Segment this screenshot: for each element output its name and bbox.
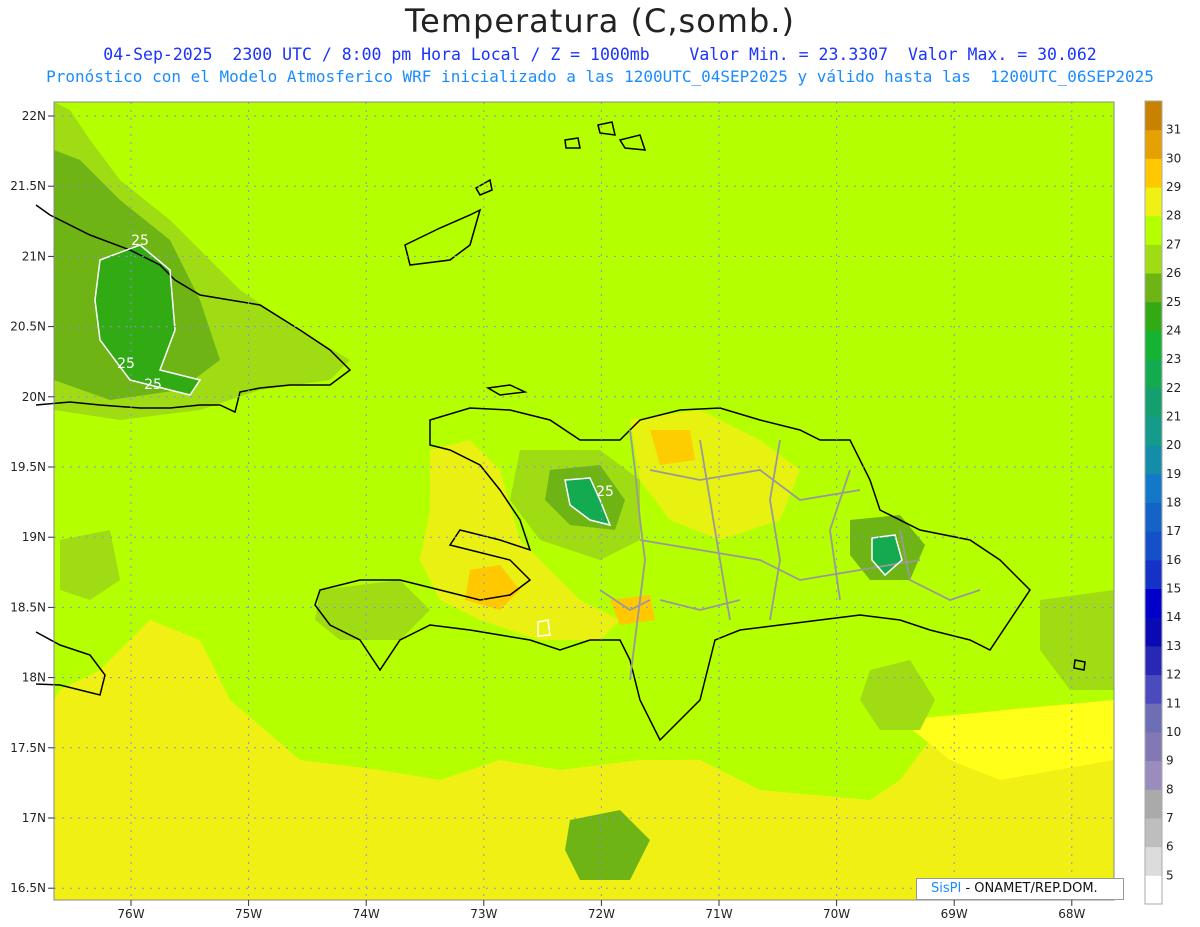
colorbar-swatch: [1145, 215, 1162, 245]
colorbar-label: 27: [1166, 237, 1181, 251]
lon-tick-label: 69W: [941, 907, 968, 921]
colorbar-swatch: [1145, 789, 1162, 819]
colorbar-swatch: [1145, 559, 1162, 590]
lat-tick-label: 20N: [22, 390, 46, 404]
lat-tick-label: 16.5N: [10, 881, 46, 895]
colorbar-swatch: [1145, 674, 1162, 704]
credit-box: SisPI - ONAMET/REP.DOM.: [916, 878, 1124, 900]
lat-tick-label: 21.5N: [10, 179, 46, 193]
lat-tick-label: 19.5N: [10, 460, 46, 474]
colorbar-label: 22: [1166, 381, 1181, 395]
colorbar-swatch: [1145, 502, 1162, 532]
colorbar-swatch: [1145, 473, 1162, 503]
colorbar-label: 17: [1166, 524, 1181, 538]
colorbar-swatch: [1145, 244, 1162, 274]
colorbar-swatch: [1145, 359, 1162, 389]
colorbar-label: 10: [1166, 725, 1181, 739]
contour-label: 25: [131, 233, 149, 249]
colorbar-label: 31: [1166, 123, 1181, 137]
lat-tick-label: 19N: [22, 530, 46, 544]
colorbar-swatch: [1145, 158, 1162, 188]
colorbar-swatch: [1145, 187, 1162, 217]
lat-tick-label: 21N: [22, 249, 46, 263]
colorbar-label: 15: [1166, 582, 1181, 596]
colorbar-label: 8: [1166, 782, 1174, 796]
latitude-axis: 22N 21.5N 21N 20.5N 20N 19.5N 19N 18.5N 18N 17.5N…: [10, 109, 54, 895]
colorbar-swatch: [1145, 645, 1162, 676]
lat-tick-label: 17N: [22, 811, 46, 825]
colorbar-label: 14: [1166, 610, 1181, 624]
lat-tick-label: 18.5N: [10, 600, 46, 614]
lon-tick-label: 75W: [235, 907, 262, 921]
lon-tick-label: 73W: [470, 907, 497, 921]
lon-tick-label: 68W: [1058, 907, 1085, 921]
colorbar-swatch: [1145, 387, 1162, 417]
lon-tick-label: 70W: [823, 907, 850, 921]
colorbar-label: 26: [1166, 266, 1181, 280]
longitude-axis: 76W 75W 74W 73W 72W 71W 70W 69W 68W: [117, 900, 1085, 921]
colorbar-label: 29: [1166, 180, 1181, 194]
colorbar-swatch: [1145, 731, 1162, 762]
colorbar-swatch: [1145, 846, 1162, 876]
colorbar-swatch: [1145, 416, 1162, 446]
colorbar-swatch: [1145, 273, 1162, 303]
colorbar-label: 13: [1166, 639, 1181, 653]
lat-tick-label: 20.5N: [10, 320, 46, 334]
temperature-map: 22N 21.5N 21N 20.5N 20N 19.5N 19N 18.5N 18N 17.5N…: [10, 100, 1181, 921]
colorbar-label: 28: [1166, 209, 1181, 223]
sispi-logo-text: SisPI: [931, 881, 962, 896]
colorbar-label: 16: [1166, 553, 1181, 567]
contour-label: 25: [144, 377, 162, 393]
colorbar-label: 9: [1166, 754, 1174, 768]
colorbar-label: 25: [1166, 295, 1181, 309]
colorbar-label: 20: [1166, 438, 1181, 452]
colorbar-label: 18: [1166, 496, 1181, 510]
colorbar-label: 30: [1166, 151, 1181, 165]
colorbar: 5 6 7 8 9 10 11 12 13 14 15 16 17 18 19 20 21 22 23 24 25 26 2…: [1144, 100, 1181, 905]
colorbar-swatch: [1145, 875, 1162, 905]
colorbar-label: 5: [1166, 868, 1174, 882]
colorbar-swatch: [1145, 817, 1162, 848]
colorbar-label: 11: [1166, 696, 1181, 710]
lon-tick-label: 76W: [117, 907, 144, 921]
contour-label: 25: [596, 484, 614, 500]
colorbar-label: 6: [1166, 840, 1174, 854]
lon-tick-label: 72W: [588, 907, 615, 921]
contour-label: 25: [117, 356, 135, 372]
colorbar-swatch: [1145, 760, 1162, 790]
colorbar-swatch: [1145, 703, 1162, 733]
colorbar-label: 23: [1166, 352, 1181, 366]
colorbar-swatch: [1145, 129, 1162, 159]
credit-org: - ONAMET/REP.DOM.: [965, 881, 1098, 896]
colorbar-swatch: [1145, 101, 1162, 131]
colorbar-label: 21: [1166, 409, 1181, 423]
colorbar-swatch: [1145, 617, 1162, 647]
lon-tick-label: 74W: [353, 907, 380, 921]
colorbar-swatch: [1145, 301, 1162, 331]
colorbar-swatch: [1145, 588, 1162, 618]
lat-tick-label: 18N: [22, 671, 46, 685]
colorbar-label: 12: [1166, 668, 1181, 682]
colorbar-swatch: [1145, 445, 1162, 475]
colorbar-label: 19: [1166, 467, 1181, 481]
lat-tick-label: 22N: [22, 109, 46, 123]
lon-tick-label: 71W: [705, 907, 732, 921]
colorbar-swatch: [1145, 531, 1162, 561]
map-area: [54, 102, 1114, 900]
colorbar-label: 24: [1166, 323, 1181, 337]
colorbar-label: 7: [1166, 811, 1174, 825]
lat-tick-label: 17.5N: [10, 741, 46, 755]
colorbar-swatch: [1145, 330, 1162, 360]
